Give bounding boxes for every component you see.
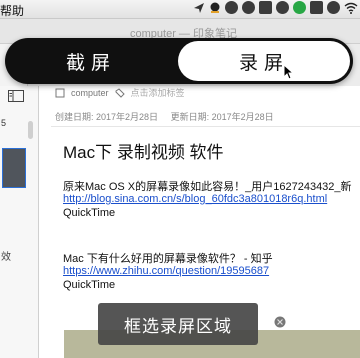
divider (51, 126, 360, 127)
created-date: 创建日期: 2017年2月28日 (55, 112, 159, 122)
note-thumbnail[interactable] (2, 148, 26, 188)
link[interactable]: http://blog.sina.com.cn/s/blog_60fdc3a80… (63, 193, 327, 205)
qq-icon[interactable] (209, 2, 221, 14)
note-dates: 创建日期: 2017年2月28日 更新日期: 2017年2月28日 (55, 110, 284, 123)
circle-x-icon[interactable] (242, 1, 255, 14)
menubar: 帮助 (0, 0, 360, 19)
notes-list: 5 效 (0, 86, 39, 358)
updated-date: 更新日期: 2017年2月28日 (170, 112, 274, 122)
tag-icon (115, 87, 125, 98)
app2-icon[interactable] (259, 1, 272, 14)
link[interactable]: https://www.zhihu.com/question/19595687 (63, 265, 269, 277)
status-tray (193, 1, 358, 14)
record-button[interactable]: 录屏 (178, 41, 350, 81)
sidebar-toggle-icon[interactable] (8, 90, 24, 102)
app-icon[interactable] (225, 1, 238, 14)
screenshot-button[interactable]: 截屏 (5, 38, 177, 84)
paragraph: QuickTime (63, 207, 116, 219)
wifi-icon[interactable] (344, 2, 358, 14)
notebook-icon (55, 88, 65, 97)
capture-mode-toggle: 截屏 录屏 (5, 38, 353, 84)
list-scrollbar[interactable] (28, 121, 33, 139)
chat-icon[interactable] (310, 1, 323, 14)
note-meta: computer 点击添加标签 (55, 86, 185, 99)
paragraph: QuickTime (63, 279, 116, 291)
camera-icon[interactable] (327, 1, 340, 14)
paragraph: Mac 下有什么好用的屏幕录像软件？ - 知乎 (63, 253, 273, 265)
cursor-icon (283, 64, 295, 80)
notebook-name[interactable]: computer (71, 88, 109, 98)
note-count: 5 (1, 118, 7, 128)
region-select-toast: 框选录屏区域 (98, 303, 258, 345)
gauge-icon[interactable] (276, 1, 289, 14)
menu-help[interactable]: 帮助 (0, 2, 24, 19)
paragraph: 原来Mac OS X的屏幕录像如此容易！_用户1627243432_新 (63, 181, 352, 193)
send-icon[interactable] (193, 2, 205, 14)
close-icon[interactable] (274, 316, 286, 328)
add-tag-field[interactable]: 点击添加标签 (131, 86, 185, 99)
wechat-icon[interactable] (293, 1, 306, 14)
list-item-text: 效 (1, 252, 11, 263)
note-title[interactable]: Mac下 录制视频 软件 (63, 138, 224, 163)
